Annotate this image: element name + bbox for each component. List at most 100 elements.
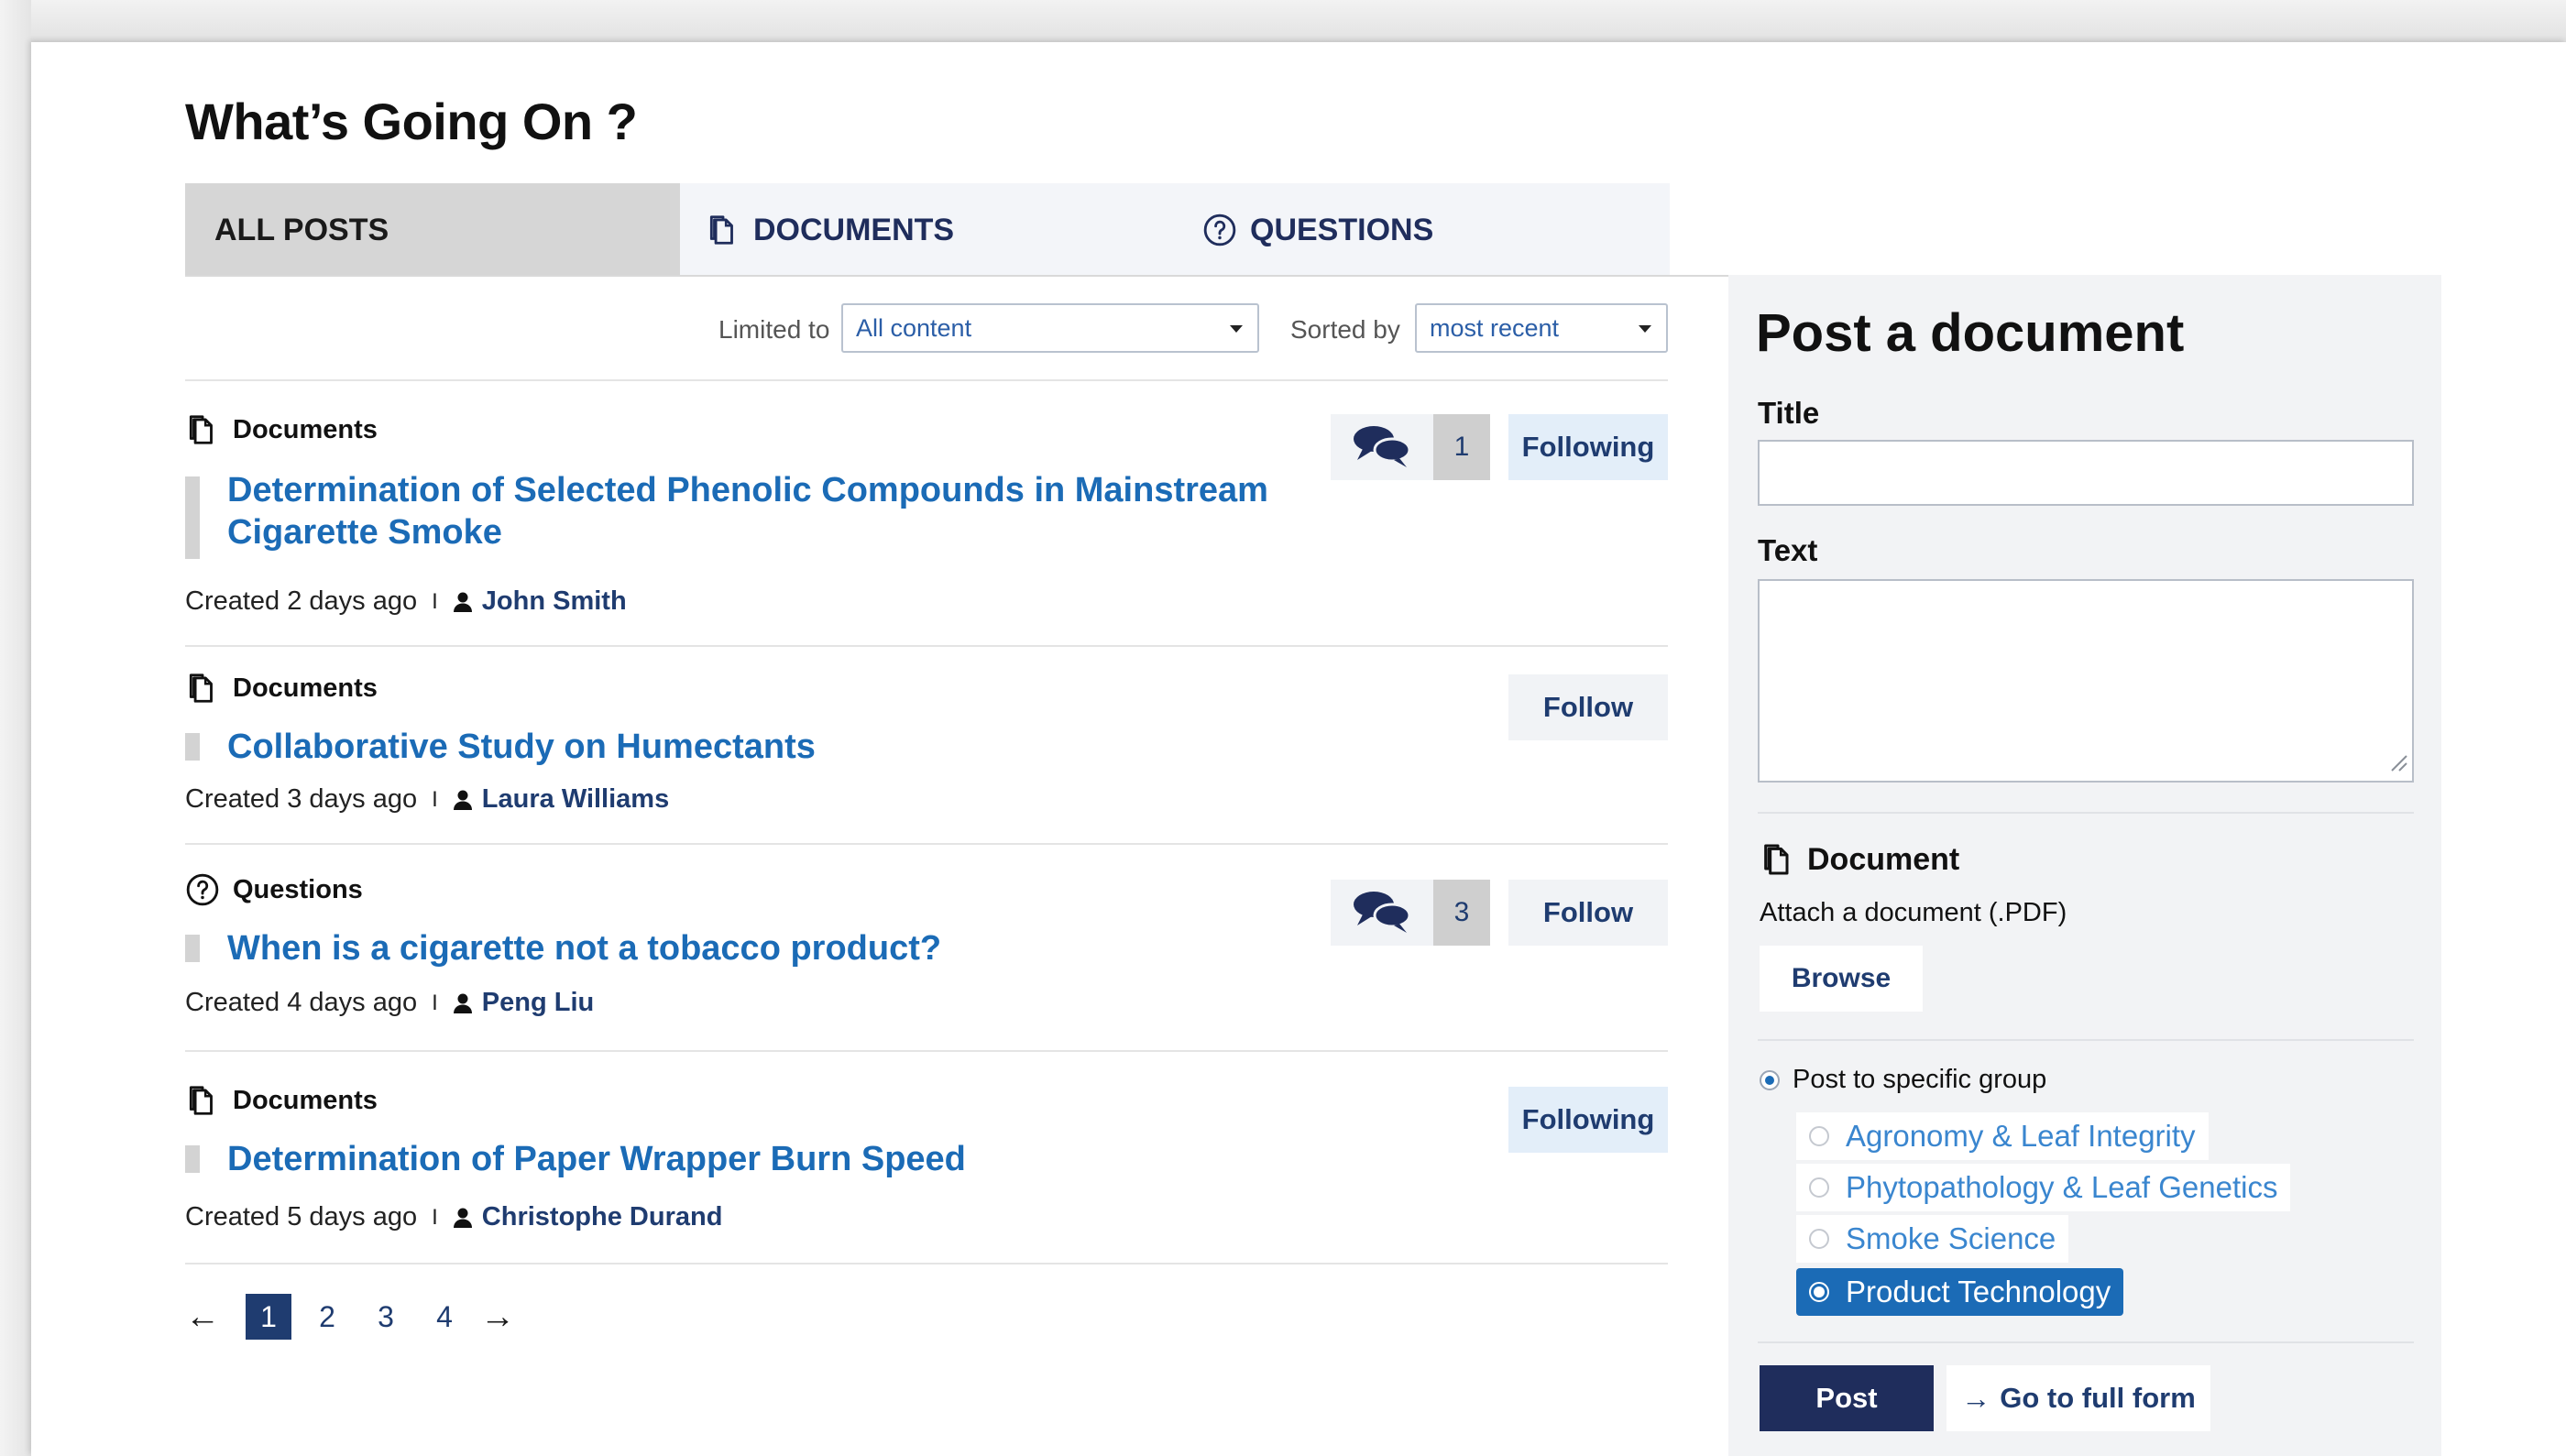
group-option-smoke-science[interactable]: Smoke Science bbox=[1796, 1215, 2069, 1263]
prev-page-arrow[interactable]: ← bbox=[185, 1297, 220, 1337]
document-icon bbox=[185, 412, 220, 447]
limited-to-select[interactable]: All content bbox=[841, 303, 1259, 353]
post-type-label: Documents bbox=[233, 1085, 378, 1115]
tab-documents[interactable]: DOCUMENTS bbox=[680, 183, 1173, 277]
post-title-link[interactable]: Collaborative Study on Humectants bbox=[227, 726, 816, 768]
user-icon bbox=[453, 789, 473, 811]
author-link[interactable]: John Smith bbox=[482, 586, 627, 617]
question-icon bbox=[185, 872, 220, 907]
chevron-down-icon bbox=[1230, 325, 1243, 333]
limited-to-label: Limited to bbox=[718, 315, 830, 344]
divider bbox=[185, 1263, 1668, 1264]
post-to-group-option[interactable]: Post to specific group bbox=[1760, 1065, 2046, 1095]
post-to-group-label: Post to specific group bbox=[1793, 1065, 2047, 1094]
tab-all-posts[interactable]: ALL POSTS bbox=[185, 183, 680, 277]
divider bbox=[185, 1050, 1668, 1052]
post-title-link[interactable]: Determination of Selected Phenolic Compo… bbox=[227, 469, 1268, 553]
post-type: Documents bbox=[185, 1083, 378, 1118]
page-title: What’s Going On ? bbox=[185, 93, 638, 150]
meta-divider: I bbox=[432, 990, 438, 1015]
post-meta: Created 3 days ago I Laura Williams bbox=[185, 784, 669, 815]
go-to-full-form-label: Go to full form bbox=[2000, 1382, 2196, 1414]
post-type: Documents bbox=[185, 412, 378, 447]
post-button[interactable]: Post bbox=[1760, 1365, 1934, 1431]
comments-button[interactable] bbox=[1331, 414, 1433, 480]
page-2[interactable]: 2 bbox=[304, 1294, 350, 1340]
tab-all-posts-label: ALL POSTS bbox=[214, 212, 389, 247]
document-icon bbox=[185, 671, 220, 706]
comments-icon bbox=[1352, 421, 1412, 474]
group-radio[interactable] bbox=[1809, 1126, 1829, 1146]
sorted-by-select[interactable]: most recent bbox=[1415, 303, 1668, 353]
group-radio[interactable] bbox=[1809, 1282, 1829, 1302]
comment-count: 1 bbox=[1433, 414, 1490, 480]
document-section-label: Document bbox=[1807, 841, 1960, 877]
meta-divider: I bbox=[432, 786, 438, 812]
author-link[interactable]: Peng Liu bbox=[482, 988, 594, 1018]
post-meta: Created 2 days ago I John Smith bbox=[185, 586, 627, 617]
post-meta: Created 4 days ago I Peng Liu bbox=[185, 988, 594, 1018]
post-type: Documents bbox=[185, 671, 378, 706]
following-button[interactable]: Following bbox=[1508, 1087, 1668, 1153]
post-type-label: Documents bbox=[233, 673, 378, 703]
resize-handle-icon[interactable] bbox=[2388, 752, 2408, 777]
arrow-right-icon: → bbox=[1961, 1381, 1991, 1415]
browse-button[interactable]: Browse bbox=[1760, 946, 1923, 1012]
created-date: Created 5 days ago bbox=[185, 1202, 418, 1232]
meta-divider: I bbox=[432, 588, 438, 614]
group-radio[interactable] bbox=[1809, 1177, 1829, 1198]
created-date: Created 3 days ago bbox=[185, 784, 418, 814]
limited-to-value: All content bbox=[856, 313, 972, 342]
pagination: ← 1 2 3 4 → bbox=[185, 1294, 515, 1340]
user-icon bbox=[453, 1207, 473, 1229]
created-date: Created 2 days ago bbox=[185, 586, 418, 616]
window-left-shade bbox=[0, 0, 31, 1456]
post-title-link[interactable]: Determination of Paper Wrapper Burn Spee… bbox=[227, 1138, 966, 1180]
question-icon bbox=[1202, 213, 1237, 247]
group-label: Agronomy & Leaf Integrity bbox=[1846, 1119, 2196, 1153]
follow-button[interactable]: Follow bbox=[1508, 674, 1668, 740]
post-accent-bar bbox=[185, 1145, 200, 1173]
user-icon bbox=[453, 591, 473, 613]
next-page-arrow[interactable]: → bbox=[480, 1297, 515, 1337]
divider bbox=[1758, 812, 2414, 814]
divider bbox=[185, 645, 1668, 647]
tab-bar: ALL POSTS DOCUMENTS QUESTIONS bbox=[185, 183, 1670, 277]
group-option-product-technology[interactable]: Product Technology bbox=[1796, 1268, 2124, 1316]
post-type-label: Questions bbox=[233, 874, 363, 904]
tab-questions[interactable]: QUESTIONS bbox=[1173, 183, 1670, 277]
post-title-line: Cigarette Smoke bbox=[227, 513, 502, 552]
text-textarea[interactable] bbox=[1758, 579, 2414, 783]
group-option-phytopathology[interactable]: Phytopathology & Leaf Genetics bbox=[1796, 1164, 2291, 1211]
follow-button[interactable]: Follow bbox=[1508, 880, 1668, 946]
go-to-full-form-button[interactable]: → Go to full form bbox=[1946, 1365, 2210, 1431]
page-container: What’s Going On ? ALL POSTS DOCUMENTS QU… bbox=[31, 42, 2566, 1456]
comment-count: 3 bbox=[1433, 880, 1490, 946]
title-field-label: Title bbox=[1758, 396, 1820, 430]
page-4[interactable]: 4 bbox=[422, 1294, 467, 1340]
post-to-group-radio[interactable] bbox=[1760, 1069, 1780, 1090]
window-top-shade bbox=[0, 0, 2566, 42]
group-radio[interactable] bbox=[1809, 1229, 1829, 1249]
divider bbox=[185, 379, 1668, 381]
author-link[interactable]: Laura Williams bbox=[482, 784, 669, 815]
panel-title: Post a document bbox=[1756, 303, 2185, 363]
post-type: Questions bbox=[185, 872, 363, 907]
following-button[interactable]: Following bbox=[1508, 414, 1668, 480]
group-label: Phytopathology & Leaf Genetics bbox=[1846, 1170, 2278, 1204]
author-link[interactable]: Christophe Durand bbox=[482, 1202, 723, 1232]
text-field-label: Text bbox=[1758, 533, 1818, 567]
created-date: Created 4 days ago bbox=[185, 988, 418, 1017]
post-title-link[interactable]: When is a cigarette not a tobacco produc… bbox=[227, 927, 941, 969]
divider bbox=[1758, 1341, 2414, 1343]
comments-icon bbox=[1352, 887, 1412, 939]
title-input[interactable] bbox=[1758, 440, 2414, 506]
comments-button[interactable] bbox=[1331, 880, 1433, 946]
divider bbox=[1758, 1039, 2414, 1041]
group-label: Product Technology bbox=[1846, 1275, 2111, 1308]
group-option-agronomy[interactable]: Agronomy & Leaf Integrity bbox=[1796, 1112, 2209, 1160]
attach-hint: Attach a document (.PDF) bbox=[1760, 898, 2067, 927]
document-icon bbox=[185, 1083, 220, 1118]
page-3[interactable]: 3 bbox=[363, 1294, 409, 1340]
page-1[interactable]: 1 bbox=[246, 1294, 291, 1340]
